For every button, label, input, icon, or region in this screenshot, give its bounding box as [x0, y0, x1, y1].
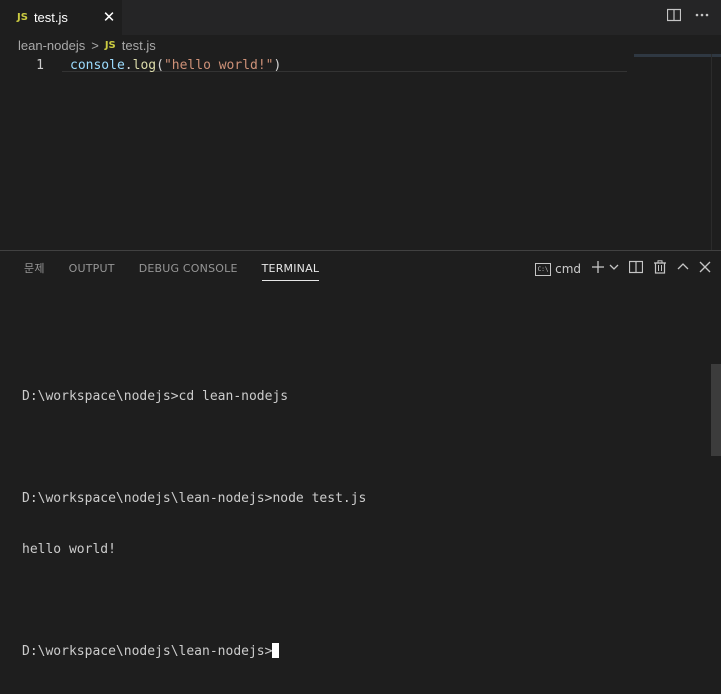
terminal-name[interactable]: cmd [555, 262, 581, 276]
code-line[interactable]: 1 console.log("hello world!") [0, 56, 281, 75]
new-terminal-icon[interactable] [591, 260, 605, 278]
chevron-up-icon[interactable] [677, 260, 689, 278]
tab-test-js[interactable]: JS test.js ✕ [0, 0, 122, 35]
trash-icon[interactable] [653, 260, 667, 278]
terminal-line: D:\workspace\nodejs\lean-nodejs>node tes… [22, 491, 367, 506]
minimap-slider[interactable] [634, 54, 721, 57]
terminal-icon: C:\ [535, 262, 552, 276]
token-dot: . [124, 58, 133, 73]
js-file-icon: JS [17, 12, 28, 23]
terminal-prompt: D:\workspace\nodejs\lean-nodejs> [22, 644, 273, 659]
bottom-panel: 문제 OUTPUT DEBUG CONSOLE TERMINAL C:\ cmd… [0, 250, 721, 659]
js-file-icon: JS [104, 39, 116, 51]
terminal-prompt-line[interactable]: D:\workspace\nodejs\lean-nodejs> [22, 643, 366, 660]
tab-output[interactable]: OUTPUT [69, 258, 115, 280]
close-icon[interactable]: ✕ [101, 8, 117, 26]
chevron-right-icon: > [91, 37, 99, 53]
split-editor-icon[interactable] [666, 8, 682, 25]
code-text[interactable]: console.log("hello world!") [70, 58, 281, 73]
tab-debug-console[interactable]: DEBUG CONSOLE [139, 258, 238, 280]
token-log: log [132, 58, 157, 73]
token-paren-close: ) [273, 58, 282, 73]
split-terminal-icon[interactable] [628, 260, 644, 278]
panel-tabs: 문제 OUTPUT DEBUG CONSOLE TERMINAL [0, 251, 320, 287]
terminal-line: hello world! [22, 542, 116, 557]
code-editor[interactable]: 1 console.log("hello world!") [0, 54, 721, 250]
line-number: 1 [36, 58, 44, 73]
tab-problems[interactable]: 문제 [24, 258, 45, 280]
breadcrumb-folder[interactable]: lean-nodejs [18, 38, 85, 53]
close-icon[interactable] [699, 260, 711, 278]
more-actions-icon[interactable] [695, 8, 709, 25]
breadcrumb: lean-nodejs > JS test.js [18, 37, 156, 53]
token-string: "hello world!" [163, 58, 274, 73]
terminal-line: D:\workspace\nodejs>cd lean-nodejs [22, 389, 289, 404]
panel-actions: C:\ cmd [535, 260, 711, 278]
token-paren-open: ( [156, 58, 164, 73]
editor-tab-bar: JS test.js ✕ [0, 0, 721, 35]
tab-terminal[interactable]: TERMINAL [261, 258, 320, 281]
terminal-output[interactable]: D:\workspace\nodejs>cd lean-nodejs D:\wo… [22, 320, 366, 694]
editor-actions [666, 8, 709, 25]
editor-scrollbar[interactable] [711, 54, 721, 250]
terminal-cursor [272, 643, 280, 658]
token-console: console [70, 58, 125, 73]
breadcrumb-file[interactable]: test.js [122, 38, 156, 53]
tab-label: test.js [33, 10, 68, 25]
chevron-down-icon[interactable] [609, 260, 619, 278]
terminal-scrollbar[interactable] [711, 364, 721, 456]
